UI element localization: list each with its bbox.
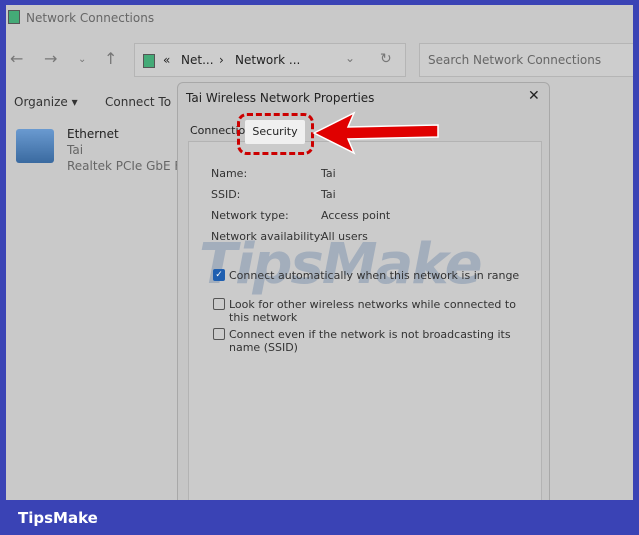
breadcrumb-item[interactable]: Network ... bbox=[235, 53, 300, 67]
organize-button[interactable]: Organize ▾ bbox=[14, 95, 78, 109]
chevron-down-icon[interactable]: ⌄ bbox=[345, 51, 355, 65]
properties-dialog: Tai Wireless Network Properties ✕ TipsMa… bbox=[177, 82, 550, 500]
auto-connect-checkbox[interactable]: ✓ Connect automatically when this network… bbox=[213, 269, 533, 282]
up-icon[interactable]: ↑ bbox=[104, 49, 117, 68]
field-value: Access point bbox=[321, 209, 391, 222]
field-value: Tai bbox=[321, 188, 336, 201]
ethernet-icon bbox=[16, 129, 54, 163]
network-icon bbox=[143, 54, 155, 68]
overflow-chevron[interactable]: « bbox=[163, 53, 170, 67]
back-icon[interactable]: ← bbox=[10, 49, 23, 68]
brand-bar: TipsMake bbox=[0, 500, 639, 535]
recent-chevron-icon[interactable]: ⌄ bbox=[78, 54, 86, 65]
checkbox-label: Connect automatically when this network … bbox=[229, 269, 520, 282]
forward-icon[interactable]: → bbox=[44, 49, 57, 68]
field-value: Tai bbox=[321, 167, 336, 180]
connect-hidden-checkbox[interactable]: Connect even if the network is not broad… bbox=[213, 328, 533, 354]
tab-panel: TipsMake Name: Tai SSID: Tai Network type:… bbox=[188, 141, 542, 500]
checkbox-label: Connect even if the network is not broad… bbox=[229, 328, 511, 354]
arrow-icon bbox=[312, 111, 439, 155]
checkbox-box bbox=[213, 298, 225, 310]
dialog-title: Tai Wireless Network Properties bbox=[186, 91, 375, 105]
address-bar[interactable]: « Net... › Network ... ⌄ ↻ bbox=[134, 43, 406, 77]
brand-logo: TipsMake bbox=[18, 509, 98, 527]
breadcrumb-separator: › bbox=[219, 53, 224, 67]
checkbox-label: Look for other wireless networks while c… bbox=[229, 298, 516, 324]
check-icon: ✓ bbox=[213, 269, 225, 281]
field-label: Name: bbox=[211, 167, 248, 180]
adapter-device: Realtek PCIe GbE Fan bbox=[67, 159, 196, 173]
look-for-other-networks-checkbox[interactable]: Look for other wireless networks while c… bbox=[213, 298, 533, 324]
close-icon[interactable]: ✕ bbox=[528, 88, 540, 104]
refresh-icon[interactable]: ↻ bbox=[380, 51, 392, 67]
network-icon bbox=[8, 10, 20, 24]
explorer-window: Network Connections ← → ⌄ ↑ « Net... › N… bbox=[6, 5, 633, 500]
field-label: Network type: bbox=[211, 209, 289, 222]
breadcrumb-item[interactable]: Net... bbox=[181, 53, 214, 67]
field-value: All users bbox=[321, 230, 368, 243]
window-title: Network Connections bbox=[26, 11, 155, 25]
field-label: SSID: bbox=[211, 188, 241, 201]
field-label: Network availability: bbox=[211, 230, 324, 243]
search-input[interactable]: Search Network Connections bbox=[419, 43, 633, 77]
checkbox-box bbox=[213, 328, 225, 340]
connect-to-button[interactable]: Connect To bbox=[105, 95, 171, 109]
adapter-network: Tai bbox=[67, 143, 84, 157]
highlight-box bbox=[237, 113, 314, 155]
